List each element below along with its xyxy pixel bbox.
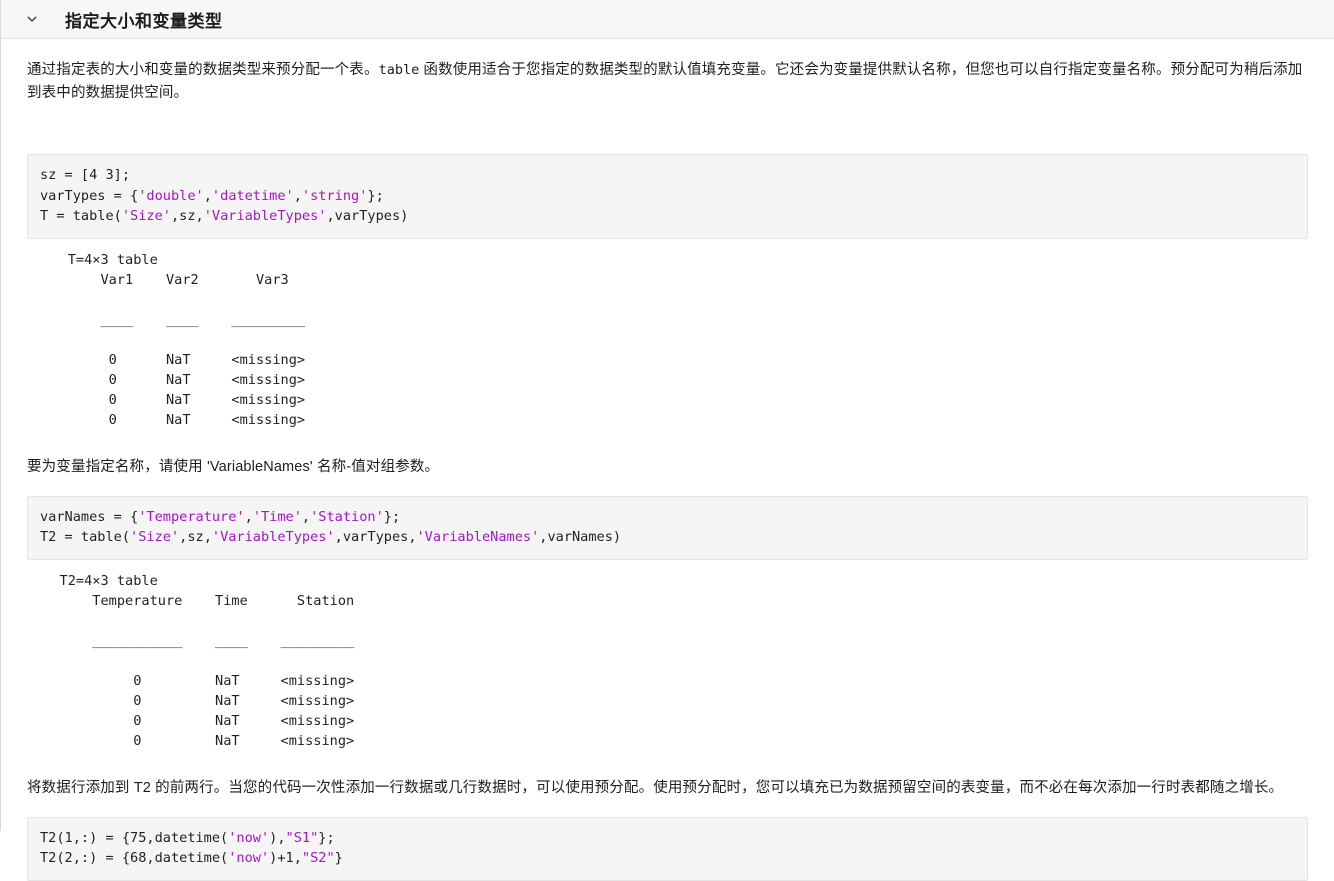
section-header[interactable]: 指定大小和变量类型 <box>1 0 1334 39</box>
intro-text-before: 通过指定表的大小和变量的数据类型来预分配一个表。 <box>27 62 379 78</box>
table-output-T2: T2=4×3 table Temperature Time Station __… <box>59 572 355 749</box>
documentation-page: 指定大小和变量类型 通过指定表的大小和变量的数据类型来预分配一个表。table … <box>0 0 1334 881</box>
page-title: 指定大小和变量类型 <box>65 11 223 31</box>
variable-names-paragraph: 要为变量指定名称，请使用 'VariableNames' 名称-值对组参数。 <box>27 458 440 475</box>
table-output-T: T=4×3 table Var1 Var2 Var3 ____ ____ ___… <box>67 251 306 428</box>
content-body: 通过指定表的大小和变量的数据类型来预分配一个表。table 函数使用适合于您指定… <box>1 39 1334 881</box>
code-block-variable-names[interactable]: varNames = {'Temperature','Time','Statio… <box>27 495 1308 560</box>
chevron-down-icon[interactable] <box>23 10 41 28</box>
inline-code-table: table <box>378 62 420 78</box>
intro-paragraph: 通过指定表的大小和变量的数据类型来预分配一个表。table 函数使用适合于您指定… <box>27 39 1308 105</box>
code-block-preallocate[interactable]: sz = [4 3]; varTypes = {'double','dateti… <box>27 154 1308 239</box>
code-block-assign-rows[interactable]: T2(1,:) = {75,datetime('now'),"S1"}; T2(… <box>27 816 1308 881</box>
add-rows-paragraph: 将数据行添加到 T2 的前两行。当您的代码一次性添加一行数据或几行数据时，可以使… <box>27 779 1284 796</box>
